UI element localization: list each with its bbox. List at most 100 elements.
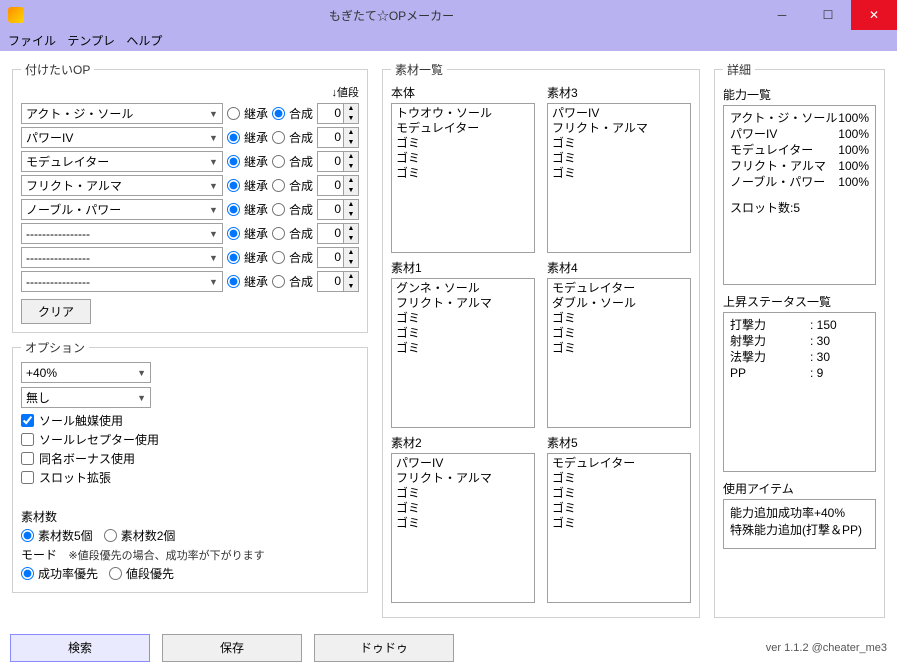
spinner-down-icon[interactable]: ▼ [344,186,358,196]
material-item[interactable]: ゴミ [552,311,686,326]
material-item[interactable]: ゴミ [552,471,686,486]
synth-radio[interactable]: 合成 [272,153,313,170]
price-spinner[interactable]: 0▲▼ [317,127,359,148]
op-select[interactable]: モデュレイター▼ [21,151,223,172]
spinner-up-icon[interactable]: ▲ [344,200,358,210]
option-check[interactable]: ソール触媒使用 [21,412,359,429]
search-button[interactable]: 検索 [10,634,150,662]
mode-success-radio[interactable]: 成功率優先 [21,565,98,582]
menu-template[interactable]: テンプレ [67,34,115,48]
material-item[interactable]: グンネ・ソール [396,281,530,296]
spinner-up-icon[interactable]: ▲ [344,152,358,162]
op-select[interactable]: ----------------▼ [21,247,223,268]
op-select[interactable]: フリクト・アルマ▼ [21,175,223,196]
material-item[interactable]: ゴミ [396,166,530,181]
spinner-up-icon[interactable]: ▲ [344,104,358,114]
price-spinner[interactable]: 0▲▼ [317,271,359,292]
material-item[interactable]: ゴミ [552,326,686,341]
inherit-radio[interactable]: 継承 [227,129,268,146]
synth-radio[interactable]: 合成 [272,129,313,146]
price-spinner[interactable]: 0▲▼ [317,175,359,196]
material-item[interactable]: ゴミ [396,151,530,166]
mat-count-2-radio[interactable]: 素材数2個 [104,527,176,544]
minimize-button[interactable]: ─ [759,0,805,30]
material-item[interactable]: ゴミ [552,136,686,151]
spinner-down-icon[interactable]: ▼ [344,234,358,244]
op-select[interactable]: アクト・ジ・ソール▼ [21,103,223,124]
inherit-radio[interactable]: 継承 [227,105,268,122]
material-item[interactable]: ダブル・ソール [552,296,686,311]
material-item[interactable]: ゴミ [552,501,686,516]
material-item[interactable]: ゴミ [396,501,530,516]
op-select[interactable]: パワーIV▼ [21,127,223,148]
save-button[interactable]: 保存 [162,634,302,662]
material-list[interactable]: モデュレイターゴミゴミゴミゴミ [547,453,691,603]
close-button[interactable]: ✕ [851,0,897,30]
dudu-button[interactable]: ドゥドゥ [314,634,454,662]
material-item[interactable]: ゴミ [396,516,530,531]
mat-count-5-radio[interactable]: 素材数5個 [21,527,93,544]
material-item[interactable]: ゴミ [552,166,686,181]
menu-file[interactable]: ファイル [8,34,56,48]
material-item[interactable]: モデュレイター [552,281,686,296]
option-select-2[interactable]: 無し▼ [21,387,151,408]
inherit-radio[interactable]: 継承 [227,153,268,170]
material-item[interactable]: フリクト・アルマ [552,121,686,136]
synth-radio[interactable]: 合成 [272,201,313,218]
synth-radio[interactable]: 合成 [272,249,313,266]
price-spinner[interactable]: 0▲▼ [317,103,359,124]
price-spinner[interactable]: 0▲▼ [317,223,359,244]
material-item[interactable]: モデュレイター [396,121,530,136]
synth-radio[interactable]: 合成 [272,225,313,242]
material-list[interactable]: モデュレイターダブル・ソールゴミゴミゴミ [547,278,691,428]
inherit-radio[interactable]: 継承 [227,249,268,266]
material-item[interactable]: モデュレイター [552,456,686,471]
material-item[interactable]: フリクト・アルマ [396,471,530,486]
op-select[interactable]: ----------------▼ [21,223,223,244]
maximize-button[interactable]: ☐ [805,0,851,30]
spinner-down-icon[interactable]: ▼ [344,114,358,124]
spinner-up-icon[interactable]: ▲ [344,272,358,282]
material-list[interactable]: パワーIVフリクト・アルマゴミゴミゴミ [391,453,535,603]
spinner-down-icon[interactable]: ▼ [344,162,358,172]
material-item[interactable]: ゴミ [552,151,686,166]
inherit-radio[interactable]: 継承 [227,177,268,194]
price-spinner[interactable]: 0▲▼ [317,151,359,172]
spinner-down-icon[interactable]: ▼ [344,258,358,268]
material-item[interactable]: ゴミ [396,136,530,151]
spinner-up-icon[interactable]: ▲ [344,128,358,138]
spinner-down-icon[interactable]: ▼ [344,138,358,148]
material-list[interactable]: グンネ・ソールフリクト・アルマゴミゴミゴミ [391,278,535,428]
material-list[interactable]: パワーIVフリクト・アルマゴミゴミゴミ [547,103,691,253]
material-item[interactable]: ゴミ [552,516,686,531]
material-item[interactable]: ゴミ [396,326,530,341]
menu-help[interactable]: ヘルプ [126,34,162,48]
price-spinner[interactable]: 0▲▼ [317,247,359,268]
price-spinner[interactable]: 0▲▼ [317,199,359,220]
synth-radio[interactable]: 合成 [272,105,313,122]
option-check[interactable]: ソールレセプター使用 [21,431,359,448]
spinner-up-icon[interactable]: ▲ [344,176,358,186]
material-item[interactable]: ゴミ [396,341,530,356]
inherit-radio[interactable]: 継承 [227,225,268,242]
material-item[interactable]: ゴミ [396,311,530,326]
material-item[interactable]: トウオウ・ソール [396,106,530,121]
material-list[interactable]: トウオウ・ソールモデュレイターゴミゴミゴミ [391,103,535,253]
option-select-1[interactable]: +40%▼ [21,362,151,383]
mode-price-radio[interactable]: 値段優先 [109,565,174,582]
spinner-up-icon[interactable]: ▲ [344,248,358,258]
clear-button[interactable]: クリア [21,299,91,324]
inherit-radio[interactable]: 継承 [227,273,268,290]
op-select[interactable]: ----------------▼ [21,271,223,292]
spinner-down-icon[interactable]: ▼ [344,210,358,220]
material-item[interactable]: ゴミ [396,486,530,501]
op-select[interactable]: ノーブル・パワー▼ [21,199,223,220]
material-item[interactable]: ゴミ [552,486,686,501]
option-check[interactable]: 同名ボーナス使用 [21,450,359,467]
material-item[interactable]: フリクト・アルマ [396,296,530,311]
material-item[interactable]: パワーIV [552,106,686,121]
material-item[interactable]: ゴミ [552,341,686,356]
inherit-radio[interactable]: 継承 [227,201,268,218]
synth-radio[interactable]: 合成 [272,177,313,194]
material-item[interactable]: パワーIV [396,456,530,471]
